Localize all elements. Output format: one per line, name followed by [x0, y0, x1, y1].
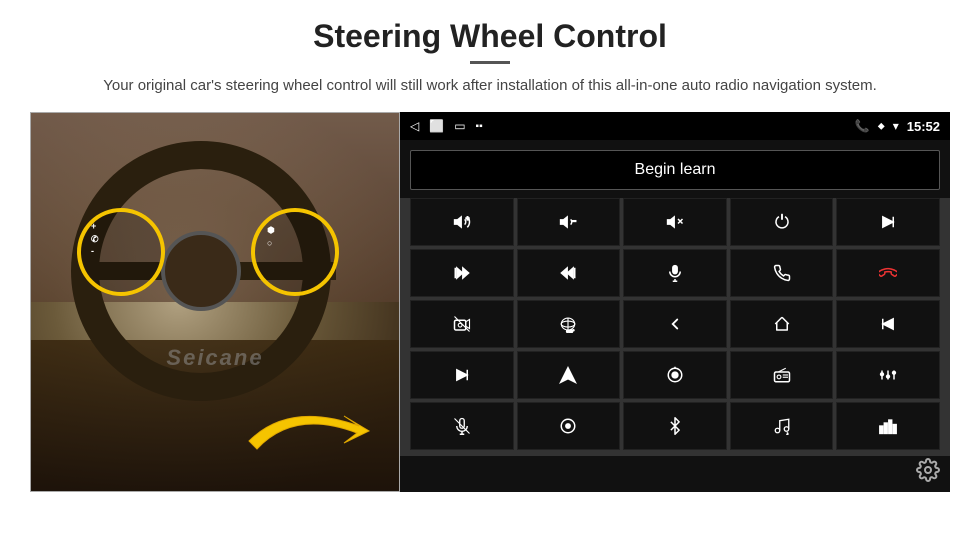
- fast-forward-button[interactable]: [410, 249, 514, 297]
- vol-mute-button[interactable]: [623, 198, 727, 246]
- subtitle: Your original car's steering wheel contr…: [30, 74, 950, 98]
- svg-text:−: −: [572, 217, 577, 226]
- phone-icon: 📞: [855, 119, 870, 133]
- settings-button[interactable]: [916, 458, 940, 488]
- rewind-fast-button[interactable]: [517, 249, 621, 297]
- watermark: Seicane: [166, 345, 263, 371]
- steering-wheel-bg: + ✆ - ⬢ ○ Seicane: [31, 113, 399, 491]
- back-button[interactable]: [623, 300, 727, 348]
- home-icon: ⬜: [429, 119, 444, 133]
- controls-grid: + −: [400, 198, 950, 456]
- signal-icon: ▪▪: [476, 121, 483, 132]
- hang-up-button[interactable]: [836, 249, 940, 297]
- page-container: Steering Wheel Control Your original car…: [0, 0, 980, 502]
- steering-wheel-center: [161, 231, 241, 311]
- home-button[interactable]: [730, 300, 834, 348]
- svg-text:+: +: [466, 217, 470, 223]
- bars-button[interactable]: [836, 402, 940, 450]
- arrow: [239, 381, 399, 471]
- status-bar: ◁ ⬜ ▭ ▪▪ 📞 ⬥ ▾ 15:52: [400, 112, 950, 140]
- skip-back-button[interactable]: [836, 300, 940, 348]
- page-title: Steering Wheel Control: [30, 18, 950, 55]
- title-section: Steering Wheel Control Your original car…: [30, 18, 950, 98]
- next-button[interactable]: [410, 351, 514, 399]
- microphone-button[interactable]: [623, 249, 727, 297]
- content-row: + ✆ - ⬢ ○ Seicane: [30, 112, 950, 492]
- power-button[interactable]: [730, 198, 834, 246]
- steering-wheel-panel: + ✆ - ⬢ ○ Seicane: [30, 112, 400, 492]
- phone-call-button[interactable]: [730, 249, 834, 297]
- back-arrow-icon: ◁: [410, 119, 419, 133]
- vol-down-button[interactable]: −: [517, 198, 621, 246]
- time-display: 15:52: [907, 119, 940, 134]
- svg-text:♪: ♪: [786, 432, 788, 435]
- radio-button[interactable]: [730, 351, 834, 399]
- gear-row: [400, 456, 950, 492]
- android-panel: ◁ ⬜ ▭ ▪▪ 📞 ⬥ ▾ 15:52 Begin learn: [400, 112, 950, 492]
- bluetooth-button[interactable]: [623, 402, 727, 450]
- equalizer-button[interactable]: [836, 351, 940, 399]
- vol-up-button[interactable]: +: [410, 198, 514, 246]
- recents-icon: ▭: [454, 119, 465, 133]
- svg-text:360°: 360°: [567, 329, 575, 333]
- status-right-icons: 📞 ⬥ ▾ 15:52: [855, 119, 940, 134]
- right-control-circle: ⬢ ○: [251, 208, 339, 296]
- cam-button[interactable]: [410, 300, 514, 348]
- prev-track-button[interactable]: [836, 198, 940, 246]
- location-icon: ⬥: [878, 121, 885, 132]
- source-button[interactable]: [623, 351, 727, 399]
- 360-view-button[interactable]: 360°: [517, 300, 621, 348]
- circle-btn-button[interactable]: [517, 402, 621, 450]
- mic2-button[interactable]: [410, 402, 514, 450]
- begin-learn-row: Begin learn: [400, 140, 950, 198]
- left-control-circle: + ✆ -: [77, 208, 165, 296]
- status-left-icons: ◁ ⬜ ▭ ▪▪: [410, 119, 483, 133]
- begin-learn-button[interactable]: Begin learn: [410, 150, 940, 190]
- title-divider: [470, 61, 510, 64]
- music-button[interactable]: ♪: [730, 402, 834, 450]
- wifi-icon: ▾: [893, 119, 899, 133]
- navigate-button[interactable]: [517, 351, 621, 399]
